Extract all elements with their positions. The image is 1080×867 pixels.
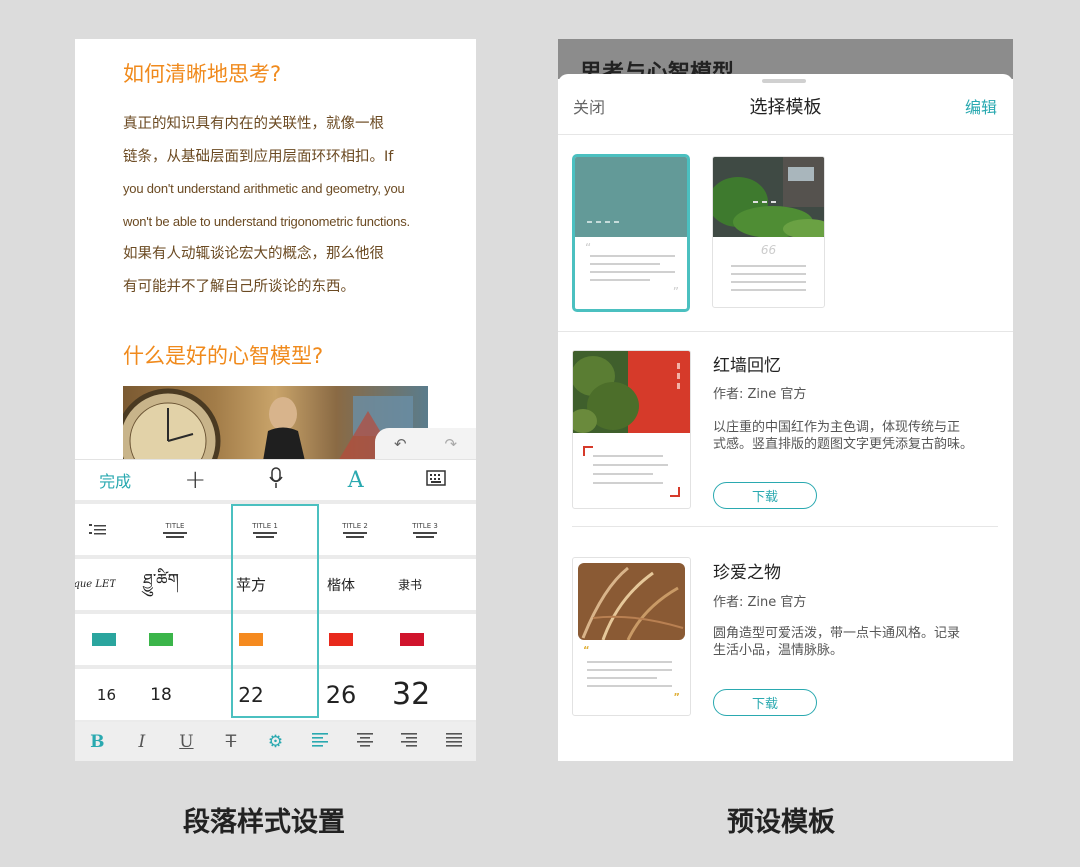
grass-photo <box>578 563 685 640</box>
size-26[interactable]: 26 <box>296 669 386 720</box>
style-title-3[interactable]: TITLE 3 <box>400 504 450 555</box>
paragraph-style-row: TITLE TITLE 1 TITLE 2 TITLE 3 <box>75 504 476 555</box>
size-row: 16 18 22 26 32 <box>75 669 476 720</box>
paragraph-line: 有可能并不了解自己所谈论的东西。 <box>123 278 355 295</box>
description-line: 圆角造型可爱活泼，带一点卡通风格。记录 <box>713 626 961 641</box>
edit-button[interactable]: 编辑 <box>965 94 997 118</box>
paragraph-line: 真正的知识具有内在的关联性，就像一根 <box>123 116 384 132</box>
style-title-2-label: TITLE 2 <box>342 521 368 530</box>
color-orange[interactable] <box>206 614 296 665</box>
size-16[interactable]: 16 <box>75 669 116 720</box>
divider <box>572 526 998 527</box>
strikethrough-button[interactable]: T <box>209 732 254 752</box>
undo-icon[interactable]: ↶ <box>394 435 407 453</box>
close-quote: ” <box>673 692 680 703</box>
size-22[interactable]: 22 <box>206 669 296 720</box>
template-name: 红墙回忆 <box>713 356 781 376</box>
paragraph-line: 如果有人动辄谈论宏大的概念，那么他很 <box>123 246 384 262</box>
paragraph-line: 链条，从基础层面到应用层面环环相扣。If <box>123 148 394 165</box>
template-thumb-red-wall[interactable] <box>572 350 691 509</box>
paragraph-line: won't be able to understand trigonometri… <box>123 213 410 229</box>
right-caption: 预设模板 <box>727 807 835 838</box>
template-author: 作者: Zine 官方 <box>713 387 807 402</box>
redo-icon[interactable]: ↷ <box>444 435 457 453</box>
font-kaiti[interactable]: 楷体 <box>296 559 386 610</box>
template-thumb-treasure[interactable]: “ ” <box>572 557 691 716</box>
style-picker-grid: TITLE TITLE 1 TITLE 2 TITLE 3 Baroque LE… <box>75 500 476 722</box>
color-green[interactable] <box>116 614 206 665</box>
color-teal[interactable] <box>75 614 116 665</box>
microphone-icon[interactable] <box>235 467 315 493</box>
format-bar: B I U T ⚙ <box>75 722 476 761</box>
list-style-icon[interactable] <box>75 504 130 555</box>
sheet-grabber[interactable] <box>762 79 806 83</box>
italic-button[interactable]: I <box>120 732 165 752</box>
template-picker-screen: 思考与心智模型 关闭 选择模板 编辑 “ ” <box>558 39 1013 761</box>
divider <box>558 134 1013 135</box>
bold-button[interactable]: B <box>75 732 120 752</box>
description-line: 式感。竖直排版的题图文字更凭添复古韵味。 <box>713 437 974 452</box>
download-button[interactable]: 下载 <box>713 689 817 716</box>
keyboard-icon[interactable] <box>396 470 476 490</box>
font-tibetan[interactable]: ཐྱུ་ཚིག <box>116 559 206 610</box>
divider <box>558 331 1013 332</box>
template-name: 珍爱之物 <box>713 563 781 583</box>
underline-button[interactable]: U <box>164 732 209 752</box>
style-title-3-label: TITLE 3 <box>412 521 438 530</box>
left-caption: 段落样式设置 <box>183 807 345 838</box>
font-lishu[interactable]: 隶书 <box>386 559 448 610</box>
style-title-label: TITLE <box>165 521 185 530</box>
open-quote: “ <box>583 645 590 656</box>
font-style-button[interactable]: A <box>316 468 396 493</box>
dimmed-background: 思考与心智模型 <box>558 39 1013 86</box>
style-title[interactable]: TITLE <box>130 504 220 555</box>
template-thumb-garden[interactable]: 66 <box>712 156 825 308</box>
heading-good-mental-model: 什么是好的心智模型? <box>123 344 324 368</box>
style-title-2[interactable]: TITLE 2 <box>310 504 400 555</box>
heading-how-to-think: 如何清晰地思考? <box>123 62 282 86</box>
size-18[interactable]: 18 <box>116 669 206 720</box>
color-crimson[interactable] <box>386 614 450 665</box>
font-row: Baroque LET ཐྱུ་ཚིག 苹方 楷体 隶书 <box>75 559 476 610</box>
red-wall-photo <box>573 351 690 433</box>
template-thumb-teal[interactable]: “ ” <box>572 154 690 312</box>
template-description: 圆角造型可爱活泼，带一点卡通风格。记录 生活小品，温情脉脉。 <box>713 625 1003 659</box>
align-justify-icon[interactable] <box>432 732 477 752</box>
font-baroque[interactable]: Baroque LET <box>75 559 116 610</box>
download-button[interactable]: 下载 <box>713 482 817 509</box>
paragraph-line: you don't understand arithmetic and geom… <box>123 181 405 196</box>
quote-mark: 66 <box>760 243 777 257</box>
style-title-1[interactable]: TITLE 1 <box>220 504 310 555</box>
template-sheet: 关闭 选择模板 编辑 “ ” 66 红墙回忆 作者: Zine 官方 以庄重的中… <box>558 74 1013 761</box>
align-right-icon[interactable] <box>387 732 432 752</box>
done-button[interactable]: 完成 <box>75 468 155 492</box>
gear-icon[interactable]: ⚙ <box>253 732 298 752</box>
editor-toolbar: 完成 + A <box>75 459 476 500</box>
size-32[interactable]: 32 <box>386 669 442 720</box>
thumb-cover <box>575 157 687 237</box>
align-left-icon[interactable] <box>298 732 343 752</box>
garden-photo <box>713 157 824 237</box>
close-quote: ” <box>672 285 679 299</box>
template-description: 以庄重的中国红作为主色调，体现传统与正 式感。竖直排版的题图文字更凭添复古韵味。 <box>713 419 1003 453</box>
color-red[interactable] <box>296 614 386 665</box>
open-quote: “ <box>585 241 592 255</box>
font-pingfang[interactable]: 苹方 <box>206 559 296 610</box>
color-row <box>75 614 476 665</box>
add-icon[interactable]: + <box>155 465 235 495</box>
sheet-title: 选择模板 <box>749 97 822 118</box>
undo-redo-bar: ↶ ↷ <box>375 428 476 460</box>
document-view[interactable]: 如何清晰地思考? 真正的知识具有内在的关联性，就像一根 链条，从基础层面到应用层… <box>75 39 476 461</box>
paragraph-style-screen: 如何清晰地思考? 真正的知识具有内在的关联性，就像一根 链条，从基础层面到应用层… <box>75 39 476 761</box>
template-author: 作者: Zine 官方 <box>713 595 807 610</box>
align-center-icon[interactable] <box>342 732 387 752</box>
sheet-nav-bar: 关闭 选择模板 编辑 <box>558 88 1013 120</box>
description-line: 以庄重的中国红作为主色调，体现传统与正 <box>713 420 961 435</box>
style-title-1-label: TITLE 1 <box>252 521 278 530</box>
body-paragraph: 真正的知识具有内在的关联性，就像一根 链条，从基础层面到应用层面环环相扣。If … <box>123 108 443 303</box>
description-line: 生活小品，温情脉脉。 <box>713 643 844 658</box>
